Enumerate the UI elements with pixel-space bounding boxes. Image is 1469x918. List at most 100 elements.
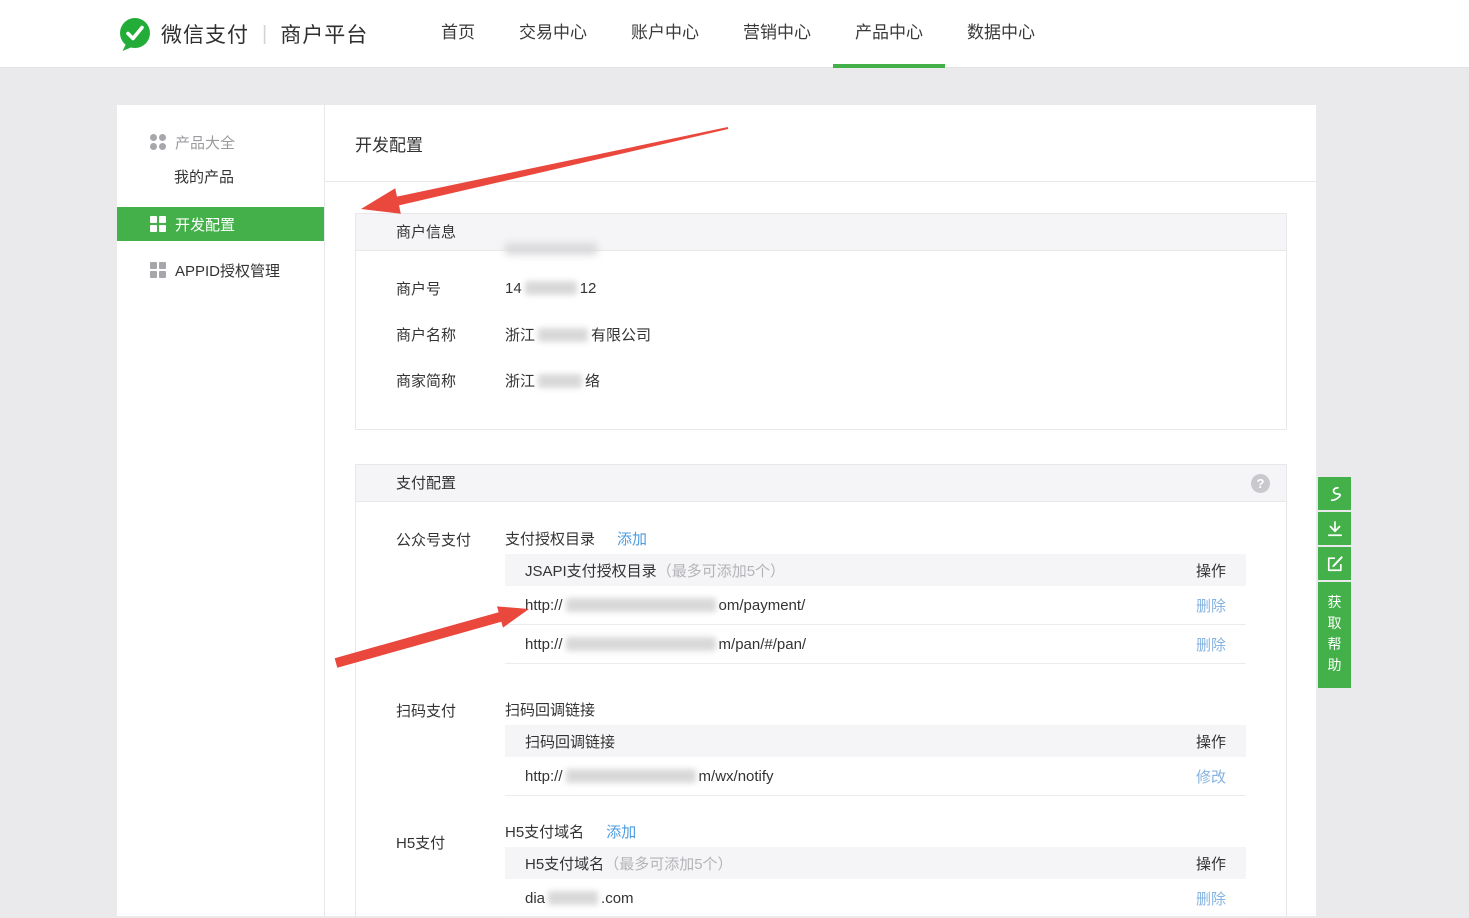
jsapi-pay-label: 公众号支付 xyxy=(396,502,505,664)
auth-dir-url: http://om/payment/ xyxy=(525,597,805,614)
sidebar-item-label: APPID授权管理 xyxy=(175,260,280,281)
merchant-info-box: 商户信息 商户号 1412 商户名称 浙江有限公司 商家简称 浙江络 xyxy=(355,213,1287,430)
page-title: 开发配置 xyxy=(355,131,423,156)
modify-link[interactable]: 修改 xyxy=(1196,766,1226,787)
redacted-text xyxy=(538,328,588,342)
logo[interactable]: 微信支付 | 商户平台 xyxy=(117,0,368,68)
top-nav: 首页 交易中心 账户中心 营销中心 产品中心 数据中心 xyxy=(441,0,1035,68)
h5-pay-main: H5支付域名 添加 H5支付域名（最多可添加5个） 操作 dia.com 删除 xyxy=(505,796,1246,918)
redacted-text xyxy=(566,598,716,612)
sidebar-item-my-products[interactable]: 我的产品 xyxy=(117,159,324,193)
merchant-id-label: 商户号 xyxy=(396,278,505,299)
sidebar-item-label: 开发配置 xyxy=(175,214,235,235)
table-header-title: JSAPI支付授权目录（最多可添加5个） xyxy=(525,560,785,581)
merchant-shortname-label: 商家简称 xyxy=(396,370,505,391)
payment-config-box: 支付配置 ? 公众号支付 支付授权目录 添加 JSAPI支付授权目录（最多可添加 xyxy=(355,464,1287,918)
merchant-id-value: 1412 xyxy=(505,280,596,297)
merchant-info-title: 商户信息 xyxy=(396,224,456,241)
table-row: http://m/wx/notify 修改 xyxy=(505,757,1246,796)
floating-toolbar: 获取帮助 xyxy=(1318,477,1351,688)
h5-domain-label: H5支付域名 xyxy=(505,821,584,842)
delete-link[interactable]: 删除 xyxy=(1196,595,1226,616)
jsapi-pay-main: 支付授权目录 添加 JSAPI支付授权目录（最多可添加5个） 操作 http:/… xyxy=(505,502,1246,664)
qr-callback-table: 扫码回调链接 操作 http://m/wx/notify 修改 xyxy=(505,725,1246,796)
platform-name: 商户平台 xyxy=(280,19,368,49)
grid-squares-icon xyxy=(150,262,166,278)
sidebar-item-product-catalog[interactable]: 产品大全 xyxy=(117,125,324,159)
get-help-label: 获取帮助 xyxy=(1327,592,1342,676)
h5-section-head: H5支付域名 添加 xyxy=(505,815,1246,847)
redacted-text xyxy=(566,637,716,651)
jsapi-pay-section: 公众号支付 支付授权目录 添加 JSAPI支付授权目录（最多可添加5个） 操作 xyxy=(396,502,1286,664)
download-icon xyxy=(1325,519,1345,539)
table-header-title: 扫码回调链接 xyxy=(525,731,615,752)
merchant-shortname-row: 商家简称 浙江络 xyxy=(396,357,1286,403)
nav-data-center[interactable]: 数据中心 xyxy=(967,0,1035,68)
brand-divider: | xyxy=(262,23,267,46)
add-auth-dir-link[interactable]: 添加 xyxy=(617,528,647,549)
top-header: 微信支付 | 商户平台 首页 交易中心 账户中心 营销中心 产品中心 数据中心 xyxy=(0,0,1469,68)
redacted-text xyxy=(566,769,696,783)
content-area: 开发配置 商户信息 商户号 1412 商户名称 浙江有限公司 商家简称 浙江络 xyxy=(325,105,1316,916)
h5-pay-label: H5支付 xyxy=(396,796,505,918)
delete-link[interactable]: 删除 xyxy=(1196,634,1226,655)
merchant-info-body: 商户号 1412 商户名称 浙江有限公司 商家简称 浙江络 xyxy=(356,251,1286,429)
redacted-text xyxy=(525,281,577,295)
nav-account-center[interactable]: 账户中心 xyxy=(631,0,699,68)
auth-dir-url: http://m/pan/#/pan/ xyxy=(525,636,806,653)
download-button[interactable] xyxy=(1318,512,1351,545)
add-h5-domain-link[interactable]: 添加 xyxy=(606,821,636,842)
sidebar-item-label: 我的产品 xyxy=(174,166,234,187)
merchant-info-header: 商户信息 xyxy=(356,214,1286,251)
help-icon[interactable]: ? xyxy=(1251,474,1270,493)
link-icon xyxy=(1325,484,1345,504)
grid-squares-icon xyxy=(150,216,166,232)
table-header-row: JSAPI支付授权目录（最多可添加5个） 操作 xyxy=(505,554,1246,586)
jsapi-auth-dir-table: JSAPI支付授权目录（最多可添加5个） 操作 http://om/paymen… xyxy=(505,554,1246,664)
redaction-smudge xyxy=(505,243,597,255)
get-help-button[interactable]: 获取帮助 xyxy=(1318,582,1351,688)
payment-config-title: 支付配置 xyxy=(396,475,456,492)
delete-link[interactable]: 删除 xyxy=(1196,888,1226,909)
wechat-pay-icon xyxy=(117,16,153,52)
table-row: http://m/pan/#/pan/ 删除 xyxy=(505,625,1246,664)
sidebar-item-appid-auth[interactable]: APPID授权管理 xyxy=(117,253,324,287)
nav-marketing-center[interactable]: 营销中心 xyxy=(743,0,811,68)
redacted-text xyxy=(538,374,582,388)
merchant-name-row: 商户名称 浙江有限公司 xyxy=(396,311,1286,357)
qr-callback-label: 扫码回调链接 xyxy=(505,699,595,720)
sidebar: 产品大全 我的产品 开发配置 APPID授权管理 xyxy=(117,105,325,916)
h5-pay-section: H5支付 H5支付域名 添加 H5支付域名（最多可添加5个） 操作 xyxy=(396,796,1286,918)
table-header-note: （最多可添加5个） xyxy=(657,563,785,580)
page-header: 开发配置 xyxy=(325,105,1316,182)
qr-section-head: 扫码回调链接 xyxy=(505,693,1246,725)
auth-dir-label: 支付授权目录 xyxy=(505,528,595,549)
sidebar-item-dev-config[interactable]: 开发配置 xyxy=(117,207,324,241)
feedback-button[interactable] xyxy=(1318,547,1351,580)
h5-domain-table: H5支付域名（最多可添加5个） 操作 dia.com 删除 xyxy=(505,847,1246,918)
merchant-name-label: 商户名称 xyxy=(396,324,505,345)
link-button[interactable] xyxy=(1318,477,1351,510)
qr-pay-section: 扫码支付 扫码回调链接 扫码回调链接 操作 http://m/wx/notify xyxy=(396,664,1286,796)
nav-transaction-center[interactable]: 交易中心 xyxy=(519,0,587,68)
grid-dots-icon xyxy=(150,134,166,150)
payment-config-header: 支付配置 ? xyxy=(356,465,1286,502)
sidebar-item-label: 产品大全 xyxy=(175,132,235,153)
table-header-note: （最多可添加5个） xyxy=(604,856,732,873)
qr-callback-url: http://m/wx/notify xyxy=(525,768,774,785)
table-header-row: 扫码回调链接 操作 xyxy=(505,725,1246,757)
edit-icon xyxy=(1325,554,1345,574)
table-row: http://om/payment/ 删除 xyxy=(505,586,1246,625)
main-panel: 产品大全 我的产品 开发配置 APPID授权管理 开发配置 商户信息 商户号 xyxy=(117,105,1316,916)
nav-product-center[interactable]: 产品中心 xyxy=(855,0,923,68)
nav-home[interactable]: 首页 xyxy=(441,0,475,68)
table-header-title: H5支付域名（最多可添加5个） xyxy=(525,853,733,874)
merchant-id-row: 商户号 1412 xyxy=(396,265,1286,311)
merchant-shortname-value: 浙江络 xyxy=(505,370,600,391)
h5-domain-value: dia.com xyxy=(525,890,634,907)
action-column-header: 操作 xyxy=(1196,560,1226,581)
qr-pay-main: 扫码回调链接 扫码回调链接 操作 http://m/wx/notify 修改 xyxy=(505,664,1246,796)
qr-pay-label: 扫码支付 xyxy=(396,664,505,796)
table-row: dia.com 删除 xyxy=(505,879,1246,918)
merchant-name-value: 浙江有限公司 xyxy=(505,324,651,345)
